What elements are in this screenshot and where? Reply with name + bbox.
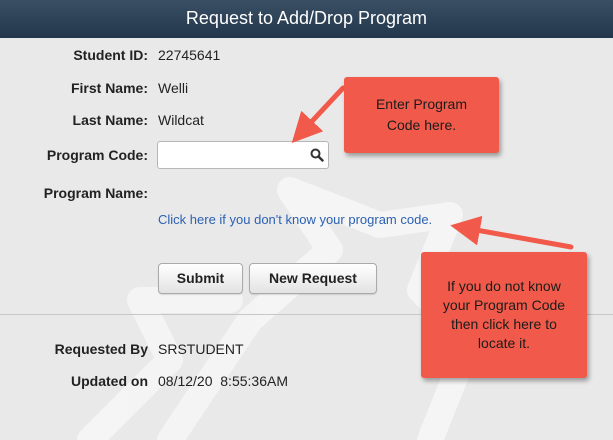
page-title: Request to Add/Drop Program bbox=[185, 8, 428, 28]
lookup-callout-text: If you do not know your Program Code the… bbox=[442, 278, 566, 351]
student-id-label: Student ID: bbox=[73, 47, 148, 63]
search-icon[interactable] bbox=[310, 148, 324, 162]
page-header: Request to Add/Drop Program bbox=[0, 0, 613, 38]
student-id-value: 22745641 bbox=[158, 47, 221, 63]
program-code-label: Program Code: bbox=[46, 147, 148, 163]
program-code-callout: Enter Program Code here. bbox=[344, 77, 499, 153]
updated-on-value: 08/12/20 8:55:36AM bbox=[158, 373, 288, 389]
last-name-label: Last Name: bbox=[72, 112, 148, 128]
lookup-callout: If you do not know your Program Code the… bbox=[421, 252, 587, 378]
program-name-label: Program Name: bbox=[43, 185, 148, 201]
last-name-value: Wildcat bbox=[158, 112, 204, 128]
program-code-lookup-link[interactable]: Click here if you don't know your progra… bbox=[158, 212, 432, 227]
first-name-label: First Name: bbox=[70, 80, 148, 96]
new-request-button[interactable]: New Request bbox=[249, 263, 377, 294]
updated-on-label: Updated on bbox=[71, 373, 148, 389]
program-code-input[interactable] bbox=[162, 145, 302, 165]
requested-by-label: Requested By bbox=[54, 341, 148, 357]
program-code-field bbox=[157, 141, 329, 169]
submit-button[interactable]: Submit bbox=[158, 263, 243, 294]
requested-by-value: SRSTUDENT bbox=[158, 341, 244, 357]
first-name-value: Welli bbox=[158, 80, 189, 96]
program-code-callout-text: Enter Program Code here. bbox=[375, 96, 468, 133]
